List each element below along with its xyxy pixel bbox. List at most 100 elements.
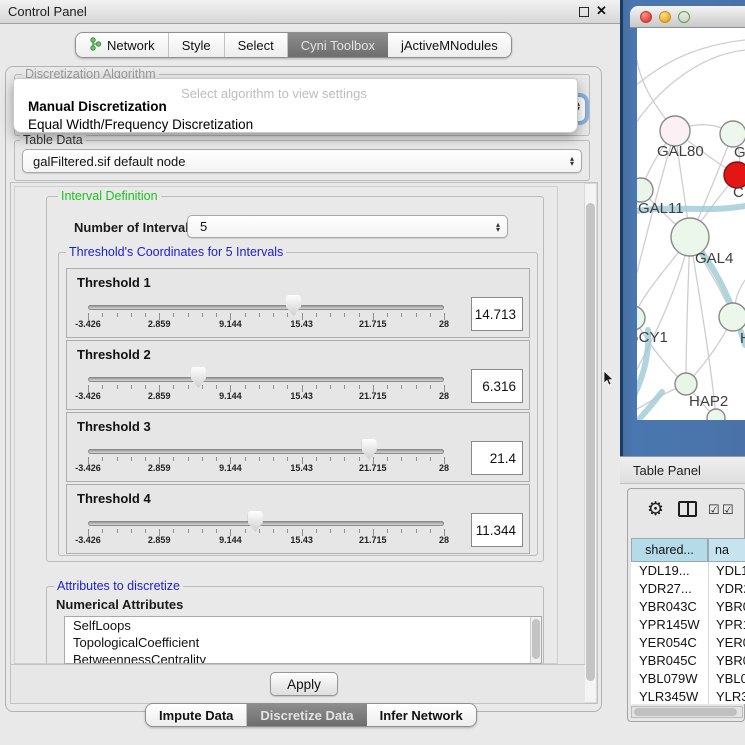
gear-icon[interactable]: ⚙ (647, 498, 664, 521)
cell-shared-name[interactable]: YPR145W (639, 617, 700, 632)
table-row[interactable]: YDR27... YDR2 (631, 580, 745, 598)
network-edge-highlighted[interactable] (637, 392, 662, 420)
cell-name[interactable]: YDL1 (716, 563, 745, 578)
attribute-list-item[interactable]: TopologicalCoefficient (65, 634, 541, 651)
threshold-value-input[interactable] (471, 513, 523, 547)
table-row[interactable]: YBL079W YBL0 (631, 670, 745, 688)
cell-shared-name[interactable]: YER054C (639, 635, 697, 650)
cell-name[interactable]: YBL0 (716, 671, 745, 686)
slider-tick (131, 457, 132, 461)
threshold-value-input[interactable] (471, 369, 523, 403)
bottom-tabbar: Impute DataDiscretize DataInfer Network (145, 703, 477, 727)
cell-name[interactable]: YBR0 (716, 599, 745, 614)
attribute-list-item[interactable]: SelfLoops (65, 617, 541, 634)
table-row[interactable]: YBR043C YBR0 (631, 598, 745, 616)
table-data-combobox[interactable]: galFiltered.sif default node ▴▾ (22, 149, 582, 173)
slider-tick (216, 529, 217, 533)
slider-tick (287, 385, 288, 389)
float-window-icon[interactable] (579, 7, 589, 17)
cell-name[interactable]: YLR3 (716, 689, 745, 704)
tab-jactivemnodules[interactable]: jActiveMNodules (388, 33, 511, 57)
threshold-value-input[interactable] (471, 441, 523, 475)
tab-network[interactable]: Network (76, 33, 169, 57)
slider-tick-label: -3.426 (75, 391, 101, 401)
network-canvas[interactable]: GAL80GACGAL11GAL4GCY1HHAP2 (637, 28, 745, 420)
table-row[interactable]: YLR345W YLR3 (631, 688, 745, 704)
tab-label: Style (182, 38, 211, 53)
cell-shared-name[interactable]: YBR043C (639, 599, 697, 614)
number-of-intervals-combobox[interactable]: 5 ▴▾ (187, 215, 508, 238)
network-node-HAP2[interactable] (675, 373, 697, 395)
threshold-value-input[interactable] (471, 297, 523, 331)
settings-scrollbar[interactable] (584, 183, 597, 703)
table-horizontal-scrollbar[interactable] (631, 706, 743, 718)
table-row[interactable]: YER054C YER0 (631, 634, 745, 652)
table-row[interactable]: YBR045C YBR0 (631, 652, 745, 670)
attribute-list-item[interactable]: BetweennessCentrality (65, 651, 541, 664)
cell-name[interactable]: YDR2 (716, 581, 745, 596)
cell-shared-name[interactable]: YBR045C (639, 653, 697, 668)
slider-tick (416, 385, 417, 389)
slider-track[interactable] (88, 521, 444, 526)
network-node-GAL80[interactable] (660, 116, 690, 146)
checkbox-checked-icon[interactable]: ☑ (722, 502, 734, 518)
close-traffic-light-icon[interactable] (640, 11, 652, 23)
table-row[interactable]: YDL19... YDL1 (631, 562, 745, 580)
spinner-icon: ▴▾ (570, 156, 574, 166)
cell-name[interactable]: YPR1 (716, 617, 745, 632)
tab-style[interactable]: Style (169, 33, 225, 57)
close-icon[interactable]: ✕ (596, 3, 607, 19)
tab-impute-data[interactable]: Impute Data (146, 704, 247, 726)
attributes-list-scrollbar[interactable] (530, 617, 541, 663)
column-header-shared[interactable]: shared... (631, 538, 708, 562)
slider-thumb[interactable] (362, 439, 377, 460)
maximize-traffic-light-icon[interactable] (678, 11, 690, 23)
slider-tick-label: 21.715 (359, 319, 387, 329)
column-header-name[interactable]: na (708, 538, 745, 562)
cell-name[interactable]: YBR0 (716, 653, 745, 668)
network-window-titlebar[interactable] (630, 6, 745, 28)
slider-tick (145, 529, 146, 533)
slider-tick (273, 385, 274, 389)
slider-tick (401, 313, 402, 317)
algorithm-option-manual[interactable]: Manual Discretization (28, 99, 167, 114)
tab-cyni-toolbox[interactable]: Cyni Toolbox (288, 33, 388, 57)
network-node-H[interactable] (719, 303, 745, 331)
network-edge[interactable] (637, 131, 675, 340)
tab-infer-network[interactable]: Infer Network (367, 704, 476, 726)
attributes-list-scrollbar-thumb[interactable] (532, 619, 540, 659)
slider-track[interactable] (88, 305, 444, 310)
slider-tick-label: 2.859 (148, 391, 171, 401)
table-panel-body: ⚙ ☑ ☑ shared... na YDL19...YDL1YDR27...Y… (627, 488, 745, 722)
checkbox-checked-icon[interactable]: ☑ (708, 502, 720, 518)
tab-discretize-data[interactable]: Discretize Data (247, 704, 366, 726)
network-edge[interactable] (686, 237, 690, 384)
algorithm-option-equal-width[interactable]: Equal Width/Frequency Discretization (28, 117, 253, 132)
table-rows-area: YDL19... YDL1 YDR27... YDR2 YBR043C YBR0 YPR14… (631, 562, 745, 704)
tab-select[interactable]: Select (225, 33, 288, 57)
cell-name[interactable]: YER0 (716, 635, 745, 650)
apply-bar: Apply (11, 664, 585, 704)
settings-scrollbar-thumb[interactable] (586, 203, 595, 681)
table-horizontal-scrollbar-thumb[interactable] (634, 708, 737, 716)
slider-track[interactable] (88, 377, 444, 382)
slider-tick (188, 457, 189, 461)
apply-button[interactable]: Apply (270, 672, 338, 696)
network-node-GAL11[interactable] (637, 178, 653, 202)
slider-thumb[interactable] (248, 511, 263, 532)
network-node[interactable] (707, 409, 725, 420)
network-node-GCY1[interactable] (637, 306, 645, 330)
threshold-row-1: Threshold 1-3.4262.8599.14415.4321.71528 (66, 268, 530, 338)
table-panel-titlebar: Table Panel (620, 456, 745, 484)
slider-thumb[interactable] (191, 367, 206, 388)
table-row[interactable]: YPR145W YPR1 (631, 616, 745, 634)
cell-shared-name[interactable]: YDL19... (639, 563, 690, 578)
cell-shared-name[interactable]: YDR27... (639, 581, 692, 596)
split-view-icon[interactable] (678, 501, 697, 517)
table-data-group-title: Table Data (20, 133, 86, 147)
minimize-traffic-light-icon[interactable] (659, 11, 671, 23)
slider-tick (359, 457, 360, 461)
slider-track[interactable] (88, 449, 444, 454)
cell-shared-name[interactable]: YLR345W (639, 689, 698, 704)
cell-shared-name[interactable]: YBL079W (639, 671, 698, 686)
